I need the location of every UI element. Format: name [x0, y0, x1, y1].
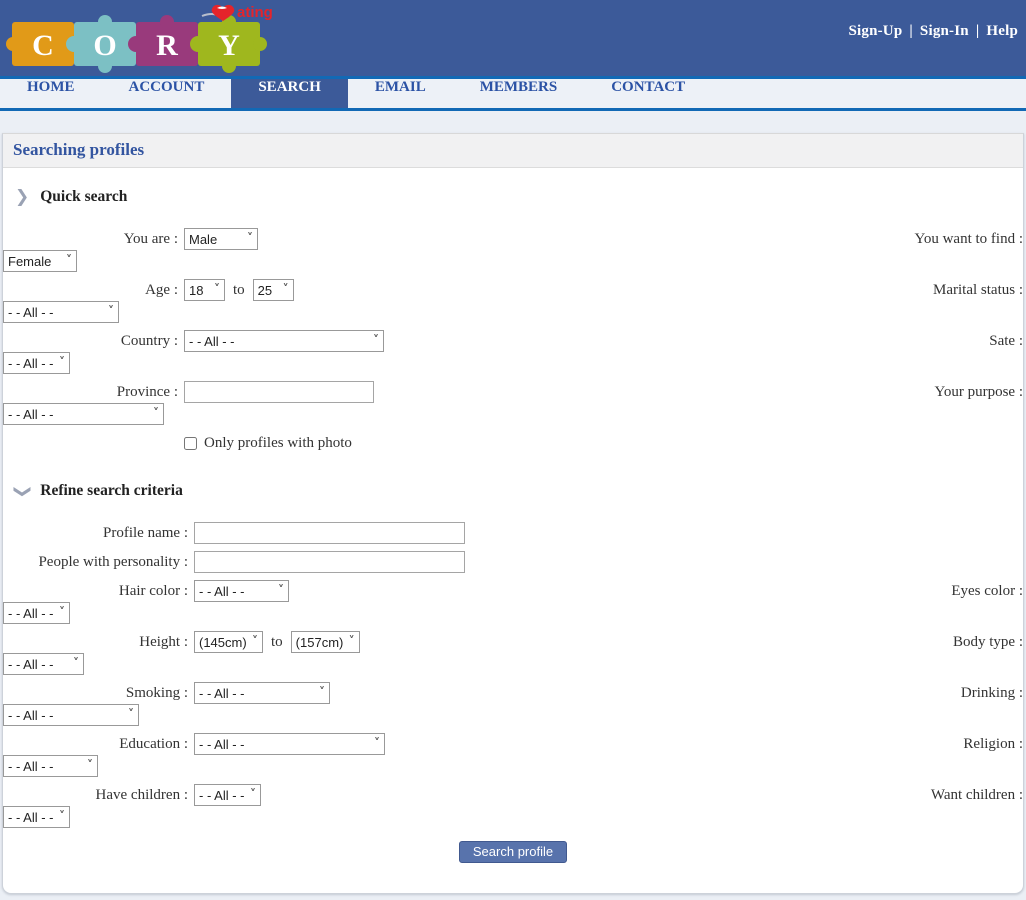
age-to-word: to [233, 281, 245, 298]
search-profile-button[interactable]: Search profile [458, 841, 568, 863]
your-purpose-label: Your purpose : [934, 383, 1023, 400]
nav-item-account[interactable]: ACCOUNT [102, 79, 232, 108]
eyes-color-label: Eyes color : [951, 582, 1023, 599]
personality-input[interactable] [194, 551, 465, 573]
province-input[interactable] [184, 381, 374, 403]
nav-item-email[interactable]: EMAIL [348, 79, 453, 108]
body-type-label: Body type : [953, 633, 1023, 650]
have-children-select[interactable]: - - All - - [194, 784, 261, 806]
refine-search-title: Refine search criteria [40, 482, 183, 499]
form-row: Profile name : [3, 522, 1023, 544]
nav-item-members[interactable]: MEMBERS [453, 79, 585, 108]
age-from-select[interactable]: 18 [184, 279, 225, 301]
form-row: Country : - - All - - Sate : - - All - - [3, 330, 1023, 374]
smoking-select[interactable]: - - All - - [194, 682, 330, 704]
quick-search-title: Quick search [40, 188, 128, 205]
panel-body: ❯ Quick search You are : Male You want t… [3, 168, 1023, 893]
form-row: Province : Your purpose : - - All - - [3, 381, 1023, 425]
you-are-select[interactable]: Male [184, 228, 258, 250]
sign-up-link[interactable]: Sign-Up [848, 23, 902, 39]
age-to-select[interactable]: 25 [252, 279, 294, 301]
profile-name-input[interactable] [194, 522, 465, 544]
you-want-to-find-label: You want to find : [914, 230, 1024, 247]
body-type-select[interactable]: - - All - - [3, 653, 84, 675]
only-photo-checkbox[interactable] [184, 437, 197, 450]
drinking-label: Drinking : [960, 684, 1023, 701]
cory-logo[interactable]: C O R Y ating [4, 2, 294, 79]
separator: | [975, 23, 980, 39]
height-to-select[interactable]: (157cm) [290, 631, 360, 653]
page-title: Searching profiles [3, 134, 1023, 168]
religion-label: Religion : [963, 735, 1023, 752]
hair-color-label: Hair color : [118, 582, 188, 599]
profile-name-label: Profile name : [103, 524, 188, 541]
header-account-links: Sign-Up | Sign-In | Help [848, 23, 1018, 40]
form-row: Education : - - All - - Religion : - - A… [3, 733, 1023, 777]
form-row: Have children : - - All - - Want childre… [3, 784, 1023, 828]
height-to-word: to [271, 633, 283, 650]
nav-item-contact[interactable]: CONTACT [584, 79, 712, 108]
main-nav: HOME ACCOUNT SEARCH EMAIL MEMBERS CONTAC… [0, 79, 1026, 108]
search-panel: Searching profiles ❯ Quick search You ar… [2, 133, 1024, 894]
site-header: C O R Y ating Sign-Up | Sign-In | Help [0, 0, 1026, 76]
height-label: Height : [139, 633, 188, 650]
country-label: Country : [120, 332, 178, 349]
logo-letter-r: R [156, 29, 178, 62]
chevron-down-icon: ❯ [12, 483, 33, 499]
form-row: You are : Male You want to find : Female [3, 228, 1023, 272]
education-label: Education : [119, 735, 188, 752]
form-row: People with personality : [3, 551, 1023, 573]
refine-search-heading: ❯ Refine search criteria [12, 482, 1023, 500]
submit-row: Search profile [3, 841, 1023, 863]
only-photo-label: Only profiles with photo [204, 435, 352, 451]
smoking-label: Smoking : [125, 684, 188, 701]
separator: | [909, 23, 913, 39]
your-purpose-select[interactable]: - - All - - [3, 403, 164, 425]
form-row: Smoking : - - All - - Drinking : - - All… [3, 682, 1023, 726]
marital-status-select[interactable]: - - All - - [3, 301, 119, 323]
chevron-right-icon: ❯ [15, 186, 30, 207]
logo-letter-c: C [32, 29, 54, 62]
page-background: Searching profiles ❯ Quick search You ar… [0, 111, 1026, 900]
hair-color-select[interactable]: - - All - - [194, 580, 289, 602]
sate-select[interactable]: - - All - - [3, 352, 70, 374]
quick-search-section: ❯ Quick search You are : Male You want t… [3, 188, 1023, 452]
you-want-to-find-select[interactable]: Female [3, 250, 77, 272]
nav-item-search[interactable]: SEARCH [231, 79, 348, 108]
drinking-select[interactable]: - - All - - [3, 704, 139, 726]
puzzle-logo-graphic: C O R Y ating [6, 4, 273, 73]
eyes-color-select[interactable]: - - All - - [3, 602, 70, 624]
form-row: Age : 18 to 25 Marital status : - - All … [3, 279, 1023, 323]
logo-letter-y: Y [218, 29, 240, 62]
form-row: Hair color : - - All - - Eyes color : - … [3, 580, 1023, 624]
personality-label: People with personality : [38, 553, 188, 570]
sign-in-link[interactable]: Sign-In [920, 23, 969, 39]
religion-select[interactable]: - - All - - [3, 755, 98, 777]
you-are-label: You are : [123, 230, 178, 247]
want-children-select[interactable]: - - All - - [3, 806, 70, 828]
nav-item-home[interactable]: HOME [0, 79, 102, 108]
help-link[interactable]: Help [986, 23, 1018, 39]
have-children-label: Have children : [95, 786, 188, 803]
age-label: Age : [145, 281, 178, 298]
country-select[interactable]: - - All - - [184, 330, 384, 352]
form-row: Height : (145cm) to (157cm) Body type : … [3, 631, 1023, 675]
logo-tagline: ating [237, 4, 273, 21]
only-photo-row: Only profiles with photo [184, 435, 1023, 452]
marital-status-label: Marital status : [933, 281, 1023, 298]
want-children-label: Want children : [930, 786, 1023, 803]
logo-letter-o: O [93, 29, 116, 62]
education-select[interactable]: - - All - - [194, 733, 385, 755]
height-from-select[interactable]: (145cm) [194, 631, 263, 653]
quick-search-heading: ❯ Quick search [15, 188, 1023, 206]
sate-label: Sate : [989, 332, 1023, 349]
refine-search-section: ❯ Refine search criteria Profile name : … [3, 482, 1023, 863]
province-label: Province : [116, 383, 178, 400]
